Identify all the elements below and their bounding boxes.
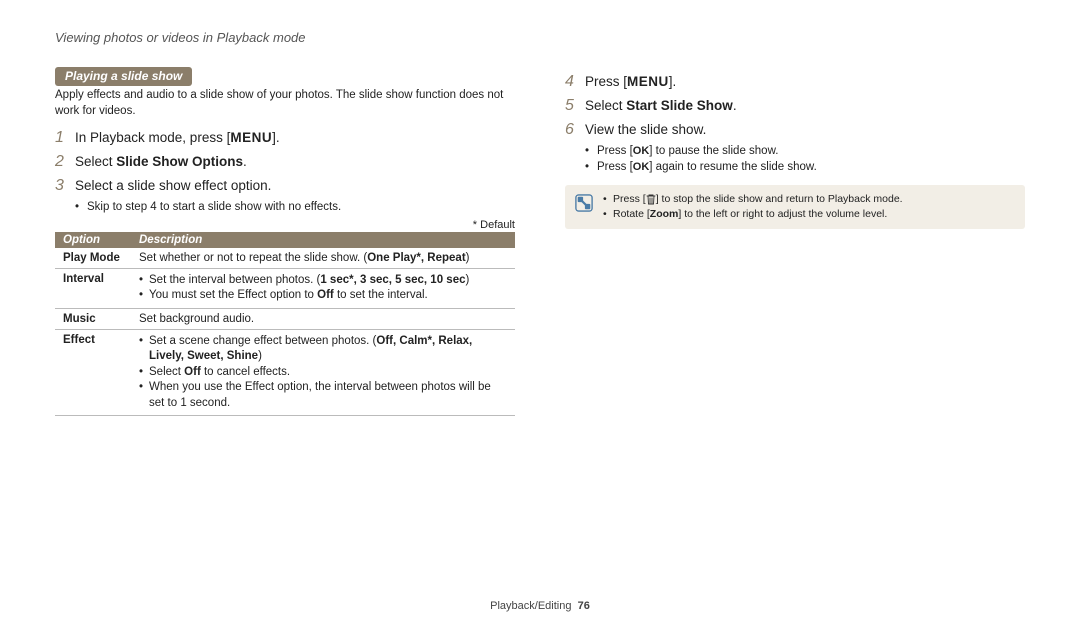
step-number: 5 — [565, 98, 585, 114]
step-2: 2 Select Slide Show Options. — [55, 153, 515, 171]
desc-bullet: Set the interval between photos. (1 sec*… — [139, 273, 507, 289]
t: Off — [184, 366, 201, 378]
step-4: 4 Press [MENU]. — [565, 73, 1025, 91]
note-icon — [575, 194, 593, 212]
desc-bold: One Play*, Repeat — [367, 252, 465, 264]
t: ] to stop the slide show and return to P… — [656, 193, 903, 205]
step-number: 6 — [565, 122, 585, 138]
table-header-option: Option — [55, 232, 131, 248]
desc-bullet: You must set the Effect option to Off to… — [139, 288, 507, 304]
option-desc: Set whether or not to repeat the slide s… — [131, 248, 515, 269]
step-text: View the slide show. — [585, 121, 706, 139]
intro-text: Apply effects and audio to a slide show … — [55, 88, 515, 119]
step-1: 1 In Playback mode, press [MENU]. — [55, 129, 515, 147]
default-note: * Default — [55, 219, 515, 231]
t: Set a scene change effect between photos… — [149, 335, 376, 347]
t: Set the interval between photos. ( — [149, 274, 320, 286]
step-text: Select Start Slide Show. — [585, 97, 737, 115]
step-text: Select a slide show effect option. — [75, 177, 271, 195]
table-row: Interval Set the interval between photos… — [55, 268, 515, 308]
desc-bullet: When you use the Effect option, the inte… — [139, 380, 507, 411]
option-desc: Set the interval between photos. (1 sec*… — [131, 268, 515, 308]
note-list: Press [ ] to stop the slide show and retu… — [603, 192, 903, 221]
t: Press [ — [597, 161, 633, 173]
step-text-pre: Select — [75, 154, 116, 169]
table-row: Music Set background audio. — [55, 308, 515, 329]
t: ] to pause the slide show. — [649, 145, 778, 157]
step-text: Press [MENU]. — [585, 73, 676, 91]
table-row: Effect Set a scene change effect between… — [55, 329, 515, 416]
t: ] again to resume the slide show. — [649, 161, 817, 173]
step-3-sub: Skip to step 4 to start a slide show wit… — [75, 199, 515, 215]
page-header: Viewing photos or videos in Playback mod… — [55, 30, 1025, 45]
option-name: Effect — [55, 329, 131, 416]
desc-pre: Set whether or not to repeat the slide s… — [139, 252, 367, 264]
sub-bullet: Press [OK] again to resume the slide sho… — [585, 159, 1025, 175]
t: Select — [149, 366, 184, 378]
step-text-post: . — [243, 154, 247, 169]
t: ]. — [669, 74, 677, 89]
t: to cancel effects. — [201, 366, 290, 378]
t: Start Slide Show — [626, 98, 733, 113]
t: Zoom — [650, 208, 679, 220]
t: You must set the Effect option to — [149, 289, 317, 301]
option-name: Music — [55, 308, 131, 329]
page-footer: Playback/Editing 76 — [0, 600, 1080, 612]
step-number: 1 — [55, 130, 75, 146]
footer-section: Playback/Editing — [490, 600, 571, 612]
note-item: Rotate [Zoom] to the left or right to ad… — [603, 207, 903, 222]
t: to set the interval. — [334, 289, 428, 301]
options-table: Option Description Play Mode Set whether… — [55, 232, 515, 417]
t: Press [ — [613, 193, 646, 205]
step-text: In Playback mode, press [MENU]. — [75, 129, 280, 147]
table-row: Play Mode Set whether or not to repeat t… — [55, 248, 515, 269]
desc-bullet: Select Off to cancel effects. — [139, 365, 507, 381]
t: ) — [465, 274, 469, 286]
ok-button-label: OK — [633, 160, 650, 175]
t: Select — [585, 98, 626, 113]
menu-button-label: MENU — [627, 74, 669, 89]
footer-page-number: 76 — [578, 600, 590, 612]
option-name: Interval — [55, 268, 131, 308]
step-6: 6 View the slide show. — [565, 121, 1025, 139]
step-number: 4 — [565, 74, 585, 90]
step-number: 2 — [55, 154, 75, 170]
desc-post: ) — [466, 252, 470, 264]
t: ) — [258, 350, 262, 362]
sub-bullet: Skip to step 4 to start a slide show wit… — [75, 199, 515, 215]
step-text: Select Slide Show Options. — [75, 153, 247, 171]
t: . — [733, 98, 737, 113]
t: Press [ — [597, 145, 633, 157]
option-name: Play Mode — [55, 248, 131, 269]
t: 1 sec*, 3 sec, 5 sec, 10 sec — [320, 274, 465, 286]
option-desc: Set a scene change effect between photos… — [131, 329, 515, 416]
sub-bullet: Press [OK] to pause the slide show. — [585, 143, 1025, 159]
t: Press [ — [585, 74, 627, 89]
option-desc: Set background audio. — [131, 308, 515, 329]
note-item: Press [ ] to stop the slide show and retu… — [603, 192, 903, 207]
t: Off — [317, 289, 334, 301]
step-6-sub: Press [OK] to pause the slide show. Pres… — [585, 143, 1025, 176]
desc-bullet: Set a scene change effect between photos… — [139, 334, 507, 365]
step-text-pre: In Playback mode, press [ — [75, 130, 230, 145]
note-box: Press [ ] to stop the slide show and retu… — [565, 185, 1025, 228]
step-3: 3 Select a slide show effect option. — [55, 177, 515, 195]
step-5: 5 Select Start Slide Show. — [565, 97, 1025, 115]
step-text-bold: Slide Show Options — [116, 154, 243, 169]
trash-icon — [646, 194, 656, 205]
menu-button-label: MENU — [230, 130, 272, 145]
t: ] to the left or right to adjust the vol… — [678, 208, 887, 220]
right-column: 4 Press [MENU]. 5 Select Start Slide Sho… — [565, 67, 1025, 416]
step-text-post: ]. — [272, 130, 280, 145]
table-header-description: Description — [131, 232, 515, 248]
ok-button-label: OK — [633, 144, 650, 159]
t: Rotate [ — [613, 208, 650, 220]
section-heading: Playing a slide show — [55, 67, 192, 86]
step-number: 3 — [55, 178, 75, 194]
left-column: Playing a slide show Apply effects and a… — [55, 67, 515, 416]
